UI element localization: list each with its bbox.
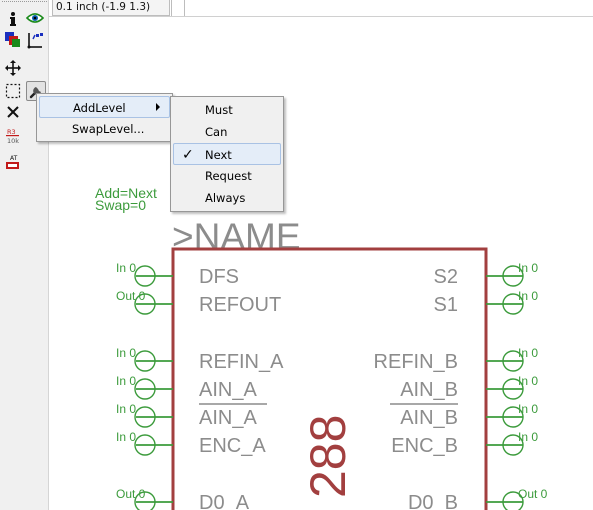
submenu-item-next[interactable]: ✓ Next [173, 143, 281, 165]
value-icon-top-text: R3 [7, 128, 16, 136]
pin-name-label: ENC_A [199, 435, 266, 457]
pin-direction-swap-text: In 0 [116, 374, 136, 388]
pin-direction-swap-text: In 0 [116, 402, 136, 416]
status-separator [184, 0, 185, 16]
pin-direction-swap-text: Out 0 [116, 289, 146, 303]
menu-item-label: AddLevel [73, 101, 126, 115]
checkmark-icon: ✓ [182, 147, 194, 163]
pin-right-7[interactable]: Out 0 D0_B [408, 487, 548, 510]
pin-direction-swap-text: In 0 [518, 374, 538, 388]
submenu-arrow-icon [156, 103, 160, 111]
pin-left-2[interactable]: Out 0 REFOUT [116, 289, 281, 316]
right-pins: In 0 S2 In 0 S1 In 0 REFIN_B In 0 AIN_B In 0 AIN_… [374, 261, 548, 510]
swap-level-text: Swap=0 [95, 197, 146, 213]
pin-right-6[interactable]: In 0 ENC_B [391, 430, 538, 457]
context-menu: AddLevel SwapLevel... [36, 93, 173, 142]
menu-item-label: Can [205, 125, 228, 139]
pin-direction-swap-text: In 0 [518, 430, 538, 444]
delete-icon[interactable] [3, 102, 23, 122]
pin-left-7[interactable]: Out 0 D0_A [116, 487, 250, 510]
pin-name-label: S1 [434, 294, 458, 316]
status-separator [171, 0, 172, 16]
pin-name-label: AIN_B [400, 407, 458, 429]
pin-left-6[interactable]: In 0 ENC_A [116, 430, 266, 457]
menu-item-label: Always [205, 191, 246, 205]
pin-name-label: D0_A [199, 492, 250, 510]
pin-direction-swap-text: In 0 [518, 402, 538, 416]
attribute-icon-text: AT [10, 155, 18, 162]
pin-direction-swap-text: In 0 [518, 261, 538, 275]
pin-name-label: REFIN_A [199, 351, 284, 373]
pin-right-5[interactable]: In 0 AIN_B [390, 402, 538, 429]
pin-right-4[interactable]: In 0 AIN_B [400, 374, 538, 401]
pin-direction-swap-text: Out 0 [116, 487, 146, 501]
pin-name-label: AIN_A [199, 379, 257, 401]
menu-item-label: Must [205, 103, 233, 117]
pin-name-label: ENC_B [391, 435, 458, 457]
pin-direction-swap-text: In 0 [518, 346, 538, 360]
submenu-item-always[interactable]: Always [173, 187, 281, 209]
toolbar-grip[interactable] [2, 1, 47, 4]
pin-name-label: DFS [199, 266, 239, 288]
pin-left-5[interactable]: In 0 AIN_A [116, 402, 267, 429]
pin-name-label: REFIN_B [374, 351, 458, 373]
submenu-item-can[interactable]: Can [173, 121, 281, 143]
pin-direction-swap-text: In 0 [116, 346, 136, 360]
pin-name-label: AIN_B [400, 379, 458, 401]
schematic-canvas[interactable]: Add=Next Swap=0 >NAME 288 In 0 DFS Out 0 RE… [50, 18, 593, 510]
pin-left-3[interactable]: In 0 REFIN_A [116, 346, 284, 373]
pin-name-label: AIN_A [199, 407, 257, 429]
menu-item-swaplevel[interactable]: SwapLevel... [39, 118, 170, 140]
pin-left-4[interactable]: In 0 AIN_A [116, 374, 257, 401]
pin-direction-swap-text: In 0 [518, 289, 538, 303]
value-icon-bottom-text: 10k [7, 137, 19, 145]
submenu-item-request[interactable]: Request [173, 165, 281, 187]
pin-direction-swap-text: In 0 [116, 261, 136, 275]
pin-direction-swap-text: Out 0 [518, 487, 548, 501]
show-icon[interactable] [25, 8, 45, 28]
pin-name-label: D0_B [408, 492, 458, 510]
pin-name-label: S2 [434, 266, 458, 288]
info-icon[interactable] [3, 9, 23, 29]
pin-direction-swap-text: In 0 [116, 430, 136, 444]
symbol-drawing: Add=Next Swap=0 >NAME 288 In 0 DFS Out 0 RE… [95, 185, 548, 510]
display-layers-icon[interactable] [3, 30, 23, 50]
menu-item-label: Request [205, 169, 252, 183]
name-placeholder: >NAME [172, 216, 301, 257]
menu-item-addlevel[interactable]: AddLevel [39, 96, 170, 118]
menu-item-label: SwapLevel... [72, 122, 145, 136]
pin-left-1[interactable]: In 0 DFS [116, 261, 239, 288]
menu-item-label: Next [205, 148, 232, 162]
tool-palette: R3 10k AT [0, 0, 49, 510]
submenu-item-must[interactable]: Must [173, 99, 281, 121]
group-icon[interactable] [3, 81, 23, 101]
left-pins: In 0 DFSOut 0 REFOUTIn 0 REFIN_AIn 0 AIN_AIn… [116, 261, 284, 510]
pin-name-label: REFOUT [199, 294, 281, 316]
move-icon[interactable] [3, 58, 23, 78]
pin-right-3[interactable]: In 0 REFIN_B [374, 346, 539, 373]
addlevel-submenu: Must Can ✓ Next Request Always [170, 96, 284, 212]
gate-info: Add=Next Swap=0 [95, 185, 157, 213]
coordinate-readout: 0.1 inch (-1.9 1.3) [52, 0, 170, 16]
attribute-icon[interactable]: AT [3, 152, 23, 172]
status-bar: 0.1 inch (-1.9 1.3) [49, 0, 593, 17]
mark-icon[interactable] [25, 30, 45, 50]
value-placeholder: 288 [300, 415, 356, 498]
eagle-window: { "status_bar": { "coordinate_readout": … [0, 0, 593, 510]
value-icon[interactable]: R3 10k [3, 126, 23, 146]
